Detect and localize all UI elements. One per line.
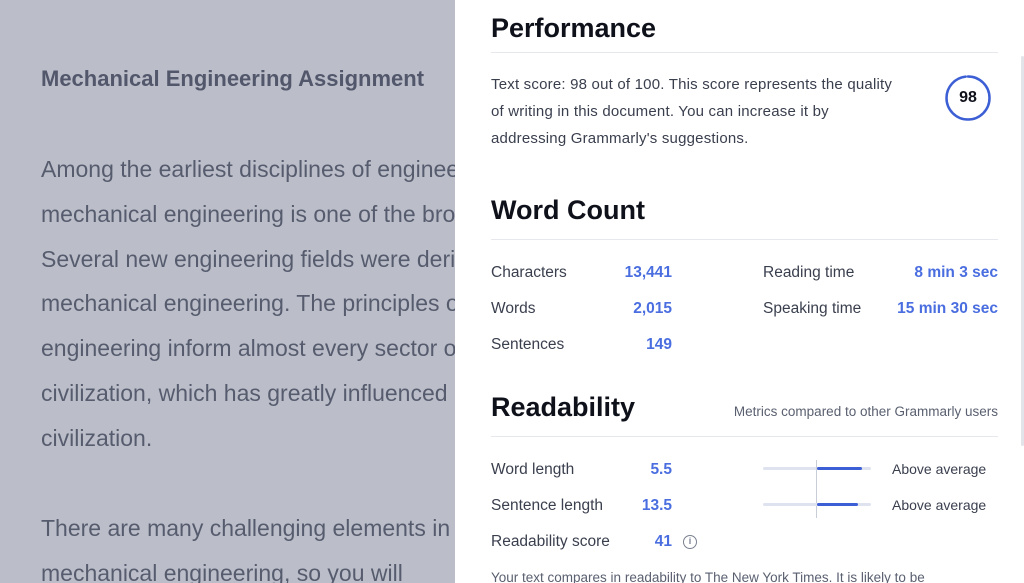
sentences-value: 149 bbox=[646, 336, 672, 353]
readability-comparison: Your text compares in readability to The… bbox=[491, 570, 925, 583]
readability-heading: Readability bbox=[491, 392, 636, 422]
sentence-length-bar bbox=[763, 503, 871, 506]
performance-heading: Performance bbox=[491, 13, 657, 43]
average-marker bbox=[816, 460, 817, 518]
sentences-label: Sentences bbox=[491, 336, 565, 353]
characters-label: Characters bbox=[491, 264, 567, 281]
speaking-time-label: Speaking time bbox=[763, 300, 862, 317]
reading-time-label: Reading time bbox=[763, 264, 855, 281]
sentence-length-bar-fill bbox=[817, 503, 859, 506]
divider bbox=[491, 436, 998, 437]
info-icon[interactable]: i bbox=[683, 535, 697, 549]
words-label: Words bbox=[491, 300, 536, 317]
performance-panel: Performance Text score: 98 out of 100. T… bbox=[455, 0, 1024, 583]
sentence-length-rating: Above average bbox=[892, 497, 987, 513]
speaking-time-value: 15 min 30 sec bbox=[897, 300, 998, 317]
divider bbox=[491, 239, 998, 240]
word-length-label: Word length bbox=[491, 461, 575, 478]
readability-score-label: Readability score bbox=[491, 533, 610, 550]
word-length-rating: Above average bbox=[892, 461, 987, 477]
sentence-length-value: 13.5 bbox=[641, 497, 672, 514]
word-length-value: 5.5 bbox=[650, 461, 672, 478]
performance-description: Text score: 98 out of 100. This score re… bbox=[491, 76, 893, 147]
word-count-heading: Word Count bbox=[491, 195, 645, 225]
word-length-bar bbox=[763, 467, 871, 470]
score-ring: 98 bbox=[944, 74, 992, 122]
reading-time-value: 8 min 3 sec bbox=[914, 264, 998, 281]
words-value: 2,015 bbox=[633, 300, 672, 317]
readability-score-value: 41 bbox=[654, 533, 672, 550]
readability-note: Metrics compared to other Grammarly user… bbox=[733, 404, 998, 419]
characters-value: 13,441 bbox=[624, 264, 672, 281]
score-value: 98 bbox=[959, 89, 977, 106]
divider bbox=[491, 52, 998, 53]
word-length-bar-fill bbox=[817, 467, 863, 470]
sentence-length-label: Sentence length bbox=[491, 497, 604, 514]
